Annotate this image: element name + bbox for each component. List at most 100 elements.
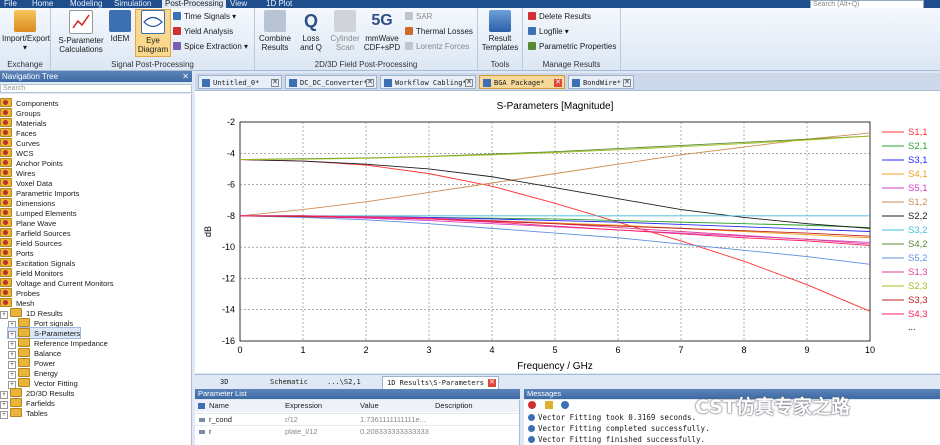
tree-item[interactable]: Excitation Signals bbox=[0, 258, 75, 268]
loss-and-q-button[interactable]: Q Loss and Q bbox=[295, 10, 327, 52]
tree-item[interactable]: + Balance bbox=[8, 348, 61, 359]
table-row[interactable]: r plate_l/12 0.208333333333333 bbox=[195, 425, 519, 438]
expand-icon[interactable]: + bbox=[0, 311, 8, 319]
close-tab-icon[interactable]: ✕ bbox=[554, 79, 562, 87]
view-tab[interactable]: 3D bbox=[220, 376, 228, 388]
view-tab[interactable]: ...\S2,1 bbox=[327, 376, 361, 388]
sar-button[interactable]: SAR bbox=[405, 12, 432, 22]
tree-item[interactable]: Mesh bbox=[0, 298, 34, 308]
tab-file[interactable]: File bbox=[4, 0, 17, 8]
s-parameter-calculations-button[interactable]: S-Parameter Calculations bbox=[55, 10, 107, 54]
error-filter-icon[interactable] bbox=[528, 401, 536, 409]
s-parameter-plot[interactable]: S-Parameters [Magnitude] 0 1 2 3 4 5 6 7 8 9 10 -2 -4… bbox=[195, 91, 940, 373]
legend-entry[interactable]: S2,2 bbox=[908, 211, 928, 222]
tree-item[interactable]: + Port signals bbox=[8, 318, 73, 329]
view-tab[interactable]: Schematic bbox=[270, 376, 308, 388]
delete-results-button[interactable]: Delete Results bbox=[528, 12, 591, 22]
logfile-button[interactable]: Logfile ▾ bbox=[528, 27, 569, 37]
close-icon[interactable]: ✕ bbox=[182, 71, 189, 82]
tree-item[interactable]: + Tables bbox=[0, 408, 48, 419]
tree-item[interactable]: WCS bbox=[0, 148, 34, 158]
spice-extraction-button[interactable]: Spice Extraction ▾ bbox=[173, 42, 248, 52]
tree-item[interactable]: Materials bbox=[0, 118, 46, 128]
time-signals-button[interactable]: Time Signals ▾ bbox=[173, 12, 236, 22]
cylinder-scan-button[interactable]: Cylinder Scan bbox=[329, 10, 361, 52]
legend-entry[interactable]: S3,2 bbox=[908, 225, 928, 236]
legend-entry[interactable]: S5,2 bbox=[908, 253, 928, 264]
tree-item[interactable]: Wires bbox=[0, 168, 35, 178]
tree-item[interactable]: Field Sources bbox=[0, 238, 62, 248]
tree-item[interactable]: Anchor Points bbox=[0, 158, 63, 168]
close-tab-icon[interactable]: ✕ bbox=[465, 79, 473, 87]
tree-item[interactable]: Plane Wave bbox=[0, 218, 56, 228]
legend-entry[interactable]: S4,1 bbox=[908, 169, 928, 180]
expand-icon[interactable]: + bbox=[0, 411, 8, 419]
legend-entry[interactable]: S1,1 bbox=[908, 127, 928, 138]
legend-entry[interactable]: S2,3 bbox=[908, 281, 928, 292]
combine-results-button[interactable]: Combine Results bbox=[257, 10, 293, 52]
column-header[interactable]: Expression bbox=[285, 400, 322, 412]
tab-1d-results[interactable]: 1D Results\S-Parameters ✕ bbox=[382, 376, 499, 390]
doc-tab[interactable]: BGA Package* ✕ bbox=[479, 75, 565, 89]
idem-button[interactable]: IdEM bbox=[109, 10, 131, 43]
tree-item[interactable]: +2D/3D Results bbox=[0, 388, 74, 399]
tree-item[interactable]: Faces bbox=[0, 128, 36, 138]
tree-item[interactable]: + S-Parameters bbox=[6, 327, 82, 339]
close-tab-icon[interactable]: ✕ bbox=[623, 79, 631, 87]
thermal-losses-button[interactable]: Thermal Losses bbox=[405, 27, 473, 37]
tree-item[interactable]: Dimensions bbox=[0, 198, 55, 208]
parametric-properties-button[interactable]: Parametric Properties bbox=[528, 42, 616, 52]
column-header[interactable]: Description bbox=[435, 400, 473, 412]
legend-entry[interactable]: S5,1 bbox=[908, 183, 928, 194]
tree-item[interactable]: Probes bbox=[0, 288, 40, 298]
column-header[interactable]: Name bbox=[209, 400, 229, 412]
tree-item[interactable]: Components bbox=[0, 98, 59, 108]
tab-home[interactable]: Home bbox=[32, 0, 53, 8]
legend-entry[interactable]: S3,1 bbox=[908, 155, 928, 166]
tree-item[interactable]: + Reference Impedance bbox=[8, 338, 108, 349]
tree-item[interactable]: Farfield Sources bbox=[0, 228, 71, 238]
tree-item[interactable]: Curves bbox=[0, 138, 40, 148]
legend-entry[interactable]: S1,2 bbox=[908, 197, 928, 208]
tree-item[interactable]: Voltage and Current Monitors bbox=[0, 278, 114, 288]
tree-item[interactable]: Parametric Imports bbox=[0, 188, 79, 198]
tree-item[interactable]: Voxel Data bbox=[0, 178, 52, 188]
close-tab-icon[interactable]: ✕ bbox=[366, 79, 374, 87]
tree-item[interactable]: Field Monitors bbox=[0, 268, 63, 278]
tab-modeling[interactable]: Modeling bbox=[70, 0, 102, 8]
navigation-search-input[interactable]: Search bbox=[0, 84, 192, 93]
tab-simulation[interactable]: Simulation bbox=[114, 0, 151, 8]
lorentz-forces-button[interactable]: Lorentz Forces bbox=[405, 42, 469, 52]
close-tab-icon[interactable]: ✕ bbox=[487, 379, 496, 387]
legend-entry[interactable]: S1,3 bbox=[908, 267, 928, 278]
tab-1d-plot[interactable]: 1D Plot bbox=[266, 0, 292, 8]
tree-item[interactable]: + Farfields bbox=[0, 398, 55, 409]
info-filter-icon[interactable] bbox=[561, 401, 570, 409]
legend-entry[interactable]: S2,1 bbox=[908, 141, 928, 152]
close-tab-icon[interactable]: ✕ bbox=[271, 79, 279, 87]
tree-item[interactable]: + Power bbox=[8, 358, 55, 369]
eye-diagram-button[interactable]: Eye Diagram bbox=[135, 9, 171, 57]
doc-tab[interactable]: Workflow Cabling* ✕ bbox=[380, 75, 476, 89]
tree-item[interactable]: + Energy bbox=[8, 368, 58, 379]
tab-post-processing[interactable]: Post-Processing bbox=[162, 0, 227, 8]
tree-item[interactable]: Ports bbox=[0, 248, 34, 258]
doc-tab[interactable]: BondWire* ✕ bbox=[568, 75, 634, 89]
legend-entry[interactable]: S4,3 bbox=[908, 309, 928, 320]
column-header[interactable]: Value bbox=[360, 400, 379, 412]
legend-entry[interactable]: S4,2 bbox=[908, 239, 928, 250]
yield-analysis-button[interactable]: Yield Analysis bbox=[173, 27, 233, 37]
tab-view[interactable]: View bbox=[230, 0, 247, 8]
doc-tab[interactable]: DC_DC_Converter* ✕ bbox=[285, 75, 377, 89]
tree-item[interactable]: + Vector Fitting bbox=[8, 378, 78, 389]
result-templates-button[interactable]: Result Templates bbox=[480, 10, 520, 52]
tree-item[interactable]: +1D Results bbox=[0, 308, 63, 319]
tree-item[interactable]: Lumped Elements bbox=[0, 208, 76, 218]
import-export-button[interactable]: Import/Export ▾ bbox=[2, 10, 50, 52]
doc-tab[interactable]: Untitled_0* ✕ bbox=[198, 75, 282, 89]
tree-item[interactable]: Groups bbox=[0, 108, 41, 118]
mmwave-button[interactable]: 5G mmWave CDF+sPD bbox=[362, 10, 402, 52]
warning-filter-icon[interactable] bbox=[544, 401, 553, 409]
legend-entry[interactable]: S3,3 bbox=[908, 295, 928, 306]
filter-icon[interactable] bbox=[198, 403, 205, 409]
